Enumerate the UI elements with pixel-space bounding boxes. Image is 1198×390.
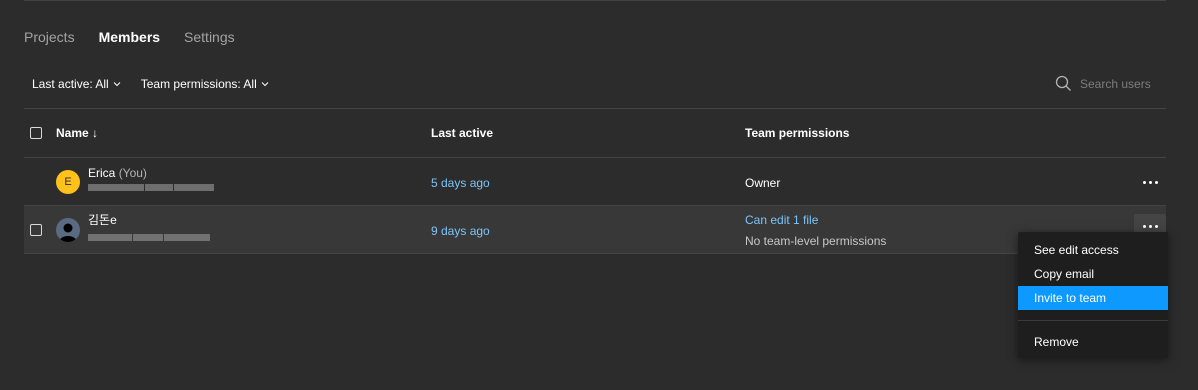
avatar-letter: E — [64, 176, 72, 188]
column-header-name[interactable]: Name ↓ — [56, 126, 98, 140]
column-header-last-active[interactable]: Last active — [431, 126, 493, 140]
menu-item-invite-to-team[interactable]: Invite to team — [1018, 286, 1168, 310]
context-menu: See edit access Copy email Invite to tea… — [1018, 232, 1168, 358]
header-divider — [24, 157, 1166, 158]
menu-divider — [1018, 320, 1168, 321]
member-name-text: Erica — [88, 166, 116, 180]
tab-members[interactable]: Members — [99, 29, 160, 45]
row-divider — [24, 253, 1166, 254]
avatar — [56, 218, 80, 242]
redacted-email — [88, 184, 214, 191]
team-permissions-filter[interactable]: Team permissions: All — [141, 76, 269, 92]
row-checkbox[interactable] — [30, 224, 42, 236]
row-more-button[interactable] — [1134, 170, 1166, 194]
search-icon — [1055, 75, 1071, 91]
you-tag: (You) — [118, 166, 147, 180]
top-divider — [24, 0, 1166, 1]
member-name-text: 김돈e — [88, 213, 117, 227]
last-active-value[interactable]: 9 days ago — [431, 224, 490, 238]
menu-item-see-edit-access[interactable]: See edit access — [1018, 238, 1168, 262]
tab-projects[interactable]: Projects — [24, 29, 75, 45]
column-header-team-permissions[interactable]: Team permissions — [745, 126, 849, 140]
last-active-filter-label: Last active: All — [32, 77, 109, 91]
table-row-selected[interactable] — [24, 206, 1166, 253]
chevron-down-icon — [113, 82, 121, 87]
menu-item-remove[interactable]: Remove — [1018, 330, 1168, 354]
search-placeholder: Search users — [1080, 76, 1151, 91]
permission-note: No team-level permissions — [745, 234, 887, 248]
chevron-down-icon — [261, 82, 269, 87]
select-all-checkbox[interactable] — [30, 127, 42, 139]
members-page: Projects Members Settings Last active: A… — [0, 0, 1198, 390]
team-permissions-filter-label: Team permissions: All — [140, 77, 257, 91]
last-active-filter[interactable]: Last active: All — [32, 76, 121, 92]
search-input[interactable]: Search users — [1055, 75, 1151, 92]
permission-link[interactable]: Can edit 1 file — [745, 213, 818, 227]
menu-item-copy-email[interactable]: Copy email — [1018, 262, 1168, 286]
permission-value: Owner — [745, 176, 781, 190]
table-top-divider — [24, 108, 1166, 109]
last-active-value[interactable]: 5 days ago — [431, 176, 490, 190]
member-name: Erica (You) — [88, 166, 147, 180]
redacted-email — [88, 234, 210, 241]
tab-bar: Projects Members Settings — [24, 29, 235, 45]
avatar: E — [56, 170, 80, 194]
more-icon — [1142, 224, 1158, 228]
tab-settings[interactable]: Settings — [184, 29, 235, 45]
person-icon — [59, 223, 77, 242]
more-icon — [1142, 180, 1158, 184]
filter-bar: Last active: All Team permissions: All — [32, 76, 269, 92]
